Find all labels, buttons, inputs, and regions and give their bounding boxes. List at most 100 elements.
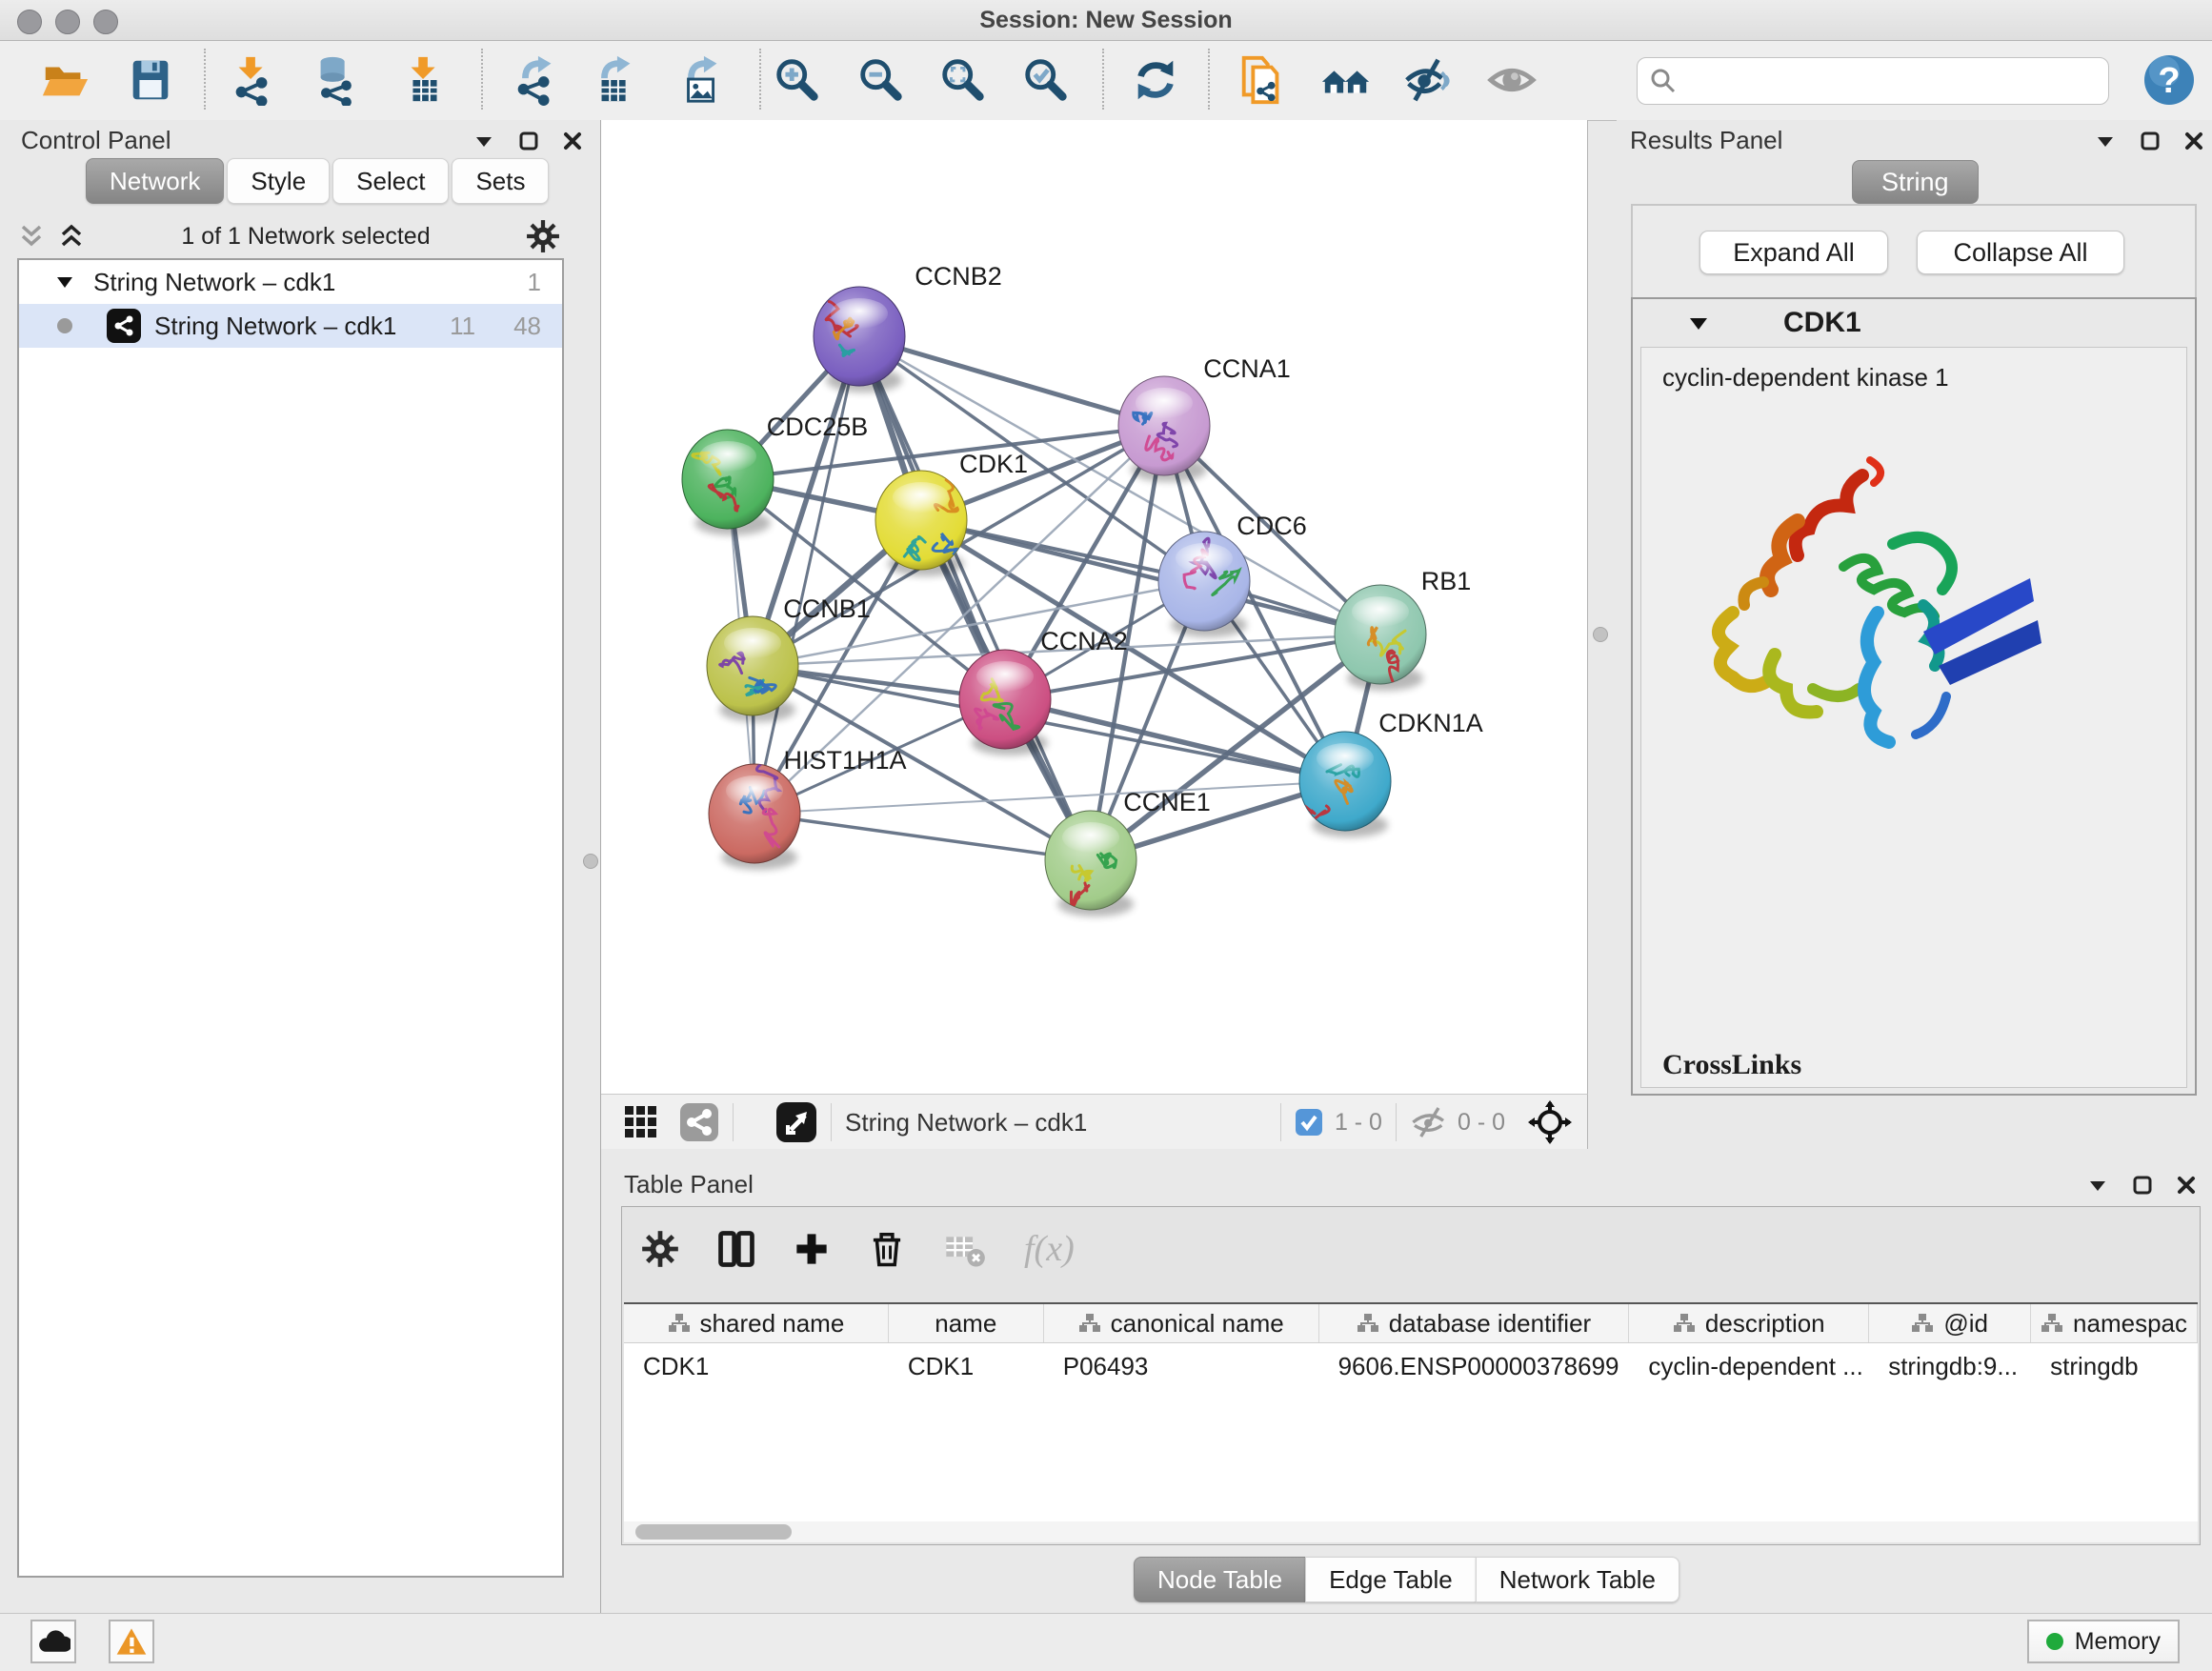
zoom-out-button[interactable] xyxy=(854,52,909,108)
table-horizontal-scrollbar[interactable] xyxy=(624,1521,2198,1542)
network-row[interactable]: String Network – cdk1 11 48 xyxy=(19,304,562,348)
network-node-CDKN1A[interactable] xyxy=(1288,732,1391,837)
export-network-button[interactable] xyxy=(509,52,564,108)
network-node-CDC6[interactable] xyxy=(1158,532,1250,637)
expand-all-button[interactable]: Expand All xyxy=(1699,231,1888,274)
birdseye-icon[interactable] xyxy=(1528,1100,1572,1144)
first-neighbors-button[interactable] xyxy=(1318,52,1374,108)
network-node-CDC25B[interactable] xyxy=(682,430,774,535)
export-image-icon xyxy=(676,54,728,106)
panel-menu-icon[interactable] xyxy=(2094,130,2117,152)
network-node-HIST1H1A[interactable] xyxy=(709,763,800,870)
tree-expand-icon[interactable] xyxy=(55,272,74,292)
add-column-icon[interactable] xyxy=(794,1231,830,1267)
network-node-CCNA1[interactable] xyxy=(1118,376,1210,482)
tab-node-table[interactable]: Node Table xyxy=(1134,1557,1305,1602)
column-label: database identifier xyxy=(1389,1309,1591,1339)
import-network-file-button[interactable] xyxy=(225,52,280,108)
hide-selected-button[interactable] xyxy=(1399,52,1455,108)
table-panel: Table Panel xyxy=(601,1166,2212,1613)
search-input[interactable] xyxy=(1685,67,2108,95)
delete-column-icon[interactable] xyxy=(868,1230,906,1268)
network-node-CCNA2[interactable] xyxy=(959,650,1051,755)
close-panel-icon[interactable] xyxy=(2176,1175,2197,1196)
help-button[interactable]: ? xyxy=(2142,52,2197,108)
memory-button[interactable]: Memory xyxy=(2027,1620,2180,1663)
cloud-button[interactable] xyxy=(30,1620,76,1663)
collapse-gene-icon[interactable] xyxy=(1688,312,1709,333)
table-cell[interactable]: stringdb:9... xyxy=(1869,1343,2031,1389)
close-panel-icon[interactable] xyxy=(2183,131,2204,151)
network-node-CDK1[interactable] xyxy=(875,471,967,576)
zoom-in-button[interactable] xyxy=(770,52,825,108)
zoom-fit-button[interactable] xyxy=(935,52,991,108)
expand-all-icon[interactable] xyxy=(57,222,86,251)
network-edge-HIST1H1A-CCNE1[interactable] xyxy=(754,814,1091,860)
right-splitter-handle[interactable] xyxy=(1593,627,1608,642)
table-cell[interactable]: stringdb xyxy=(2031,1343,2198,1389)
network-overview-icon[interactable] xyxy=(679,1102,719,1142)
collapse-all-button[interactable]: Collapse All xyxy=(1917,231,2124,274)
table-panel-splitter[interactable] xyxy=(601,1149,2212,1166)
table-cell[interactable]: P06493 xyxy=(1044,1343,1319,1389)
column-header-namespac[interactable]: namespac xyxy=(2031,1304,2198,1342)
network-node-CCNB1[interactable] xyxy=(707,616,798,722)
close-panel-icon[interactable] xyxy=(562,131,583,151)
tab-network[interactable]: Network xyxy=(86,158,224,204)
tab-select[interactable]: Select xyxy=(332,158,449,204)
float-panel-icon[interactable] xyxy=(2140,131,2161,151)
table-cell[interactable]: cyclin-dependent ... xyxy=(1629,1343,1869,1389)
import-table-button[interactable] xyxy=(397,52,452,108)
column-header-shared-name[interactable]: shared name xyxy=(624,1304,889,1342)
refresh-button[interactable] xyxy=(1128,52,1183,108)
network-view-canvas[interactable]: CCNB2CCNA1CDC25BCDK1CDC6RB1CCNB1CCNA2CDK… xyxy=(601,120,1588,1094)
warnings-button[interactable] xyxy=(109,1620,154,1663)
float-panel-icon[interactable] xyxy=(2132,1175,2153,1196)
hidden-eye-icon[interactable] xyxy=(1410,1106,1448,1138)
zoom-selected-button[interactable] xyxy=(1018,52,1074,108)
scrollbar-thumb[interactable] xyxy=(635,1524,792,1540)
import-network-database-button[interactable] xyxy=(308,52,363,108)
tab-sets[interactable]: Sets xyxy=(452,158,549,204)
tab-string[interactable]: String xyxy=(1852,160,1979,204)
column-header--id[interactable]: @id xyxy=(1869,1304,2031,1342)
network-node-CCNE1[interactable] xyxy=(1045,811,1136,916)
show-hidden-button[interactable] xyxy=(1484,52,1539,108)
network-node-RB1[interactable] xyxy=(1335,585,1426,691)
table-cell[interactable]: CDK1 xyxy=(624,1343,889,1389)
column-header-database-identifier[interactable]: database identifier xyxy=(1319,1304,1630,1342)
open-session-button[interactable] xyxy=(37,52,92,108)
network-edge-CCNB2-HIST1H1A[interactable] xyxy=(754,336,859,814)
table-cell[interactable]: CDK1 xyxy=(889,1343,1044,1389)
gene-card-header[interactable]: CDK1 xyxy=(1633,299,2195,347)
panel-menu-icon[interactable] xyxy=(473,130,495,152)
column-header-canonical-name[interactable]: canonical name xyxy=(1044,1304,1319,1342)
table-gear-icon[interactable] xyxy=(641,1230,679,1268)
network-node-CCNB2[interactable] xyxy=(814,287,905,393)
grid-view-icon[interactable] xyxy=(622,1103,660,1141)
table-row[interactable]: CDK1CDK1P064939606.ENSP00000378699cyclin… xyxy=(624,1343,2198,1389)
float-panel-icon[interactable] xyxy=(518,131,539,151)
tab-network-table[interactable]: Network Table xyxy=(1476,1557,1679,1602)
table-cell[interactable]: 9606.ENSP00000378699 xyxy=(1319,1343,1630,1389)
column-header-name[interactable]: name xyxy=(889,1304,1044,1342)
column-header-description[interactable]: description xyxy=(1629,1304,1869,1342)
selected-checkbox-icon[interactable] xyxy=(1295,1108,1323,1137)
goto-network-icon[interactable] xyxy=(775,1101,817,1143)
save-session-button[interactable] xyxy=(123,52,178,108)
network-collection-row[interactable]: String Network – cdk1 1 xyxy=(19,260,562,304)
collapse-all-icon[interactable] xyxy=(17,222,46,251)
export-table-button[interactable] xyxy=(588,52,643,108)
gear-icon[interactable] xyxy=(526,219,560,253)
network-edge-CCNB2-CCNA1[interactable] xyxy=(859,336,1164,426)
left-splitter-handle[interactable] xyxy=(583,854,598,869)
network-edge-CCNB2-CCNE1[interactable] xyxy=(859,336,1091,860)
export-image-button[interactable] xyxy=(674,52,730,108)
tab-style[interactable]: Style xyxy=(227,158,330,204)
show-columns-icon[interactable] xyxy=(717,1230,755,1268)
network-edge-CDK1-RB1[interactable] xyxy=(921,520,1380,634)
network-edge-count: 48 xyxy=(513,312,541,341)
tab-edge-table[interactable]: Edge Table xyxy=(1305,1557,1476,1602)
panel-menu-icon[interactable] xyxy=(2086,1174,2109,1197)
duplicate-network-button[interactable] xyxy=(1235,52,1290,108)
